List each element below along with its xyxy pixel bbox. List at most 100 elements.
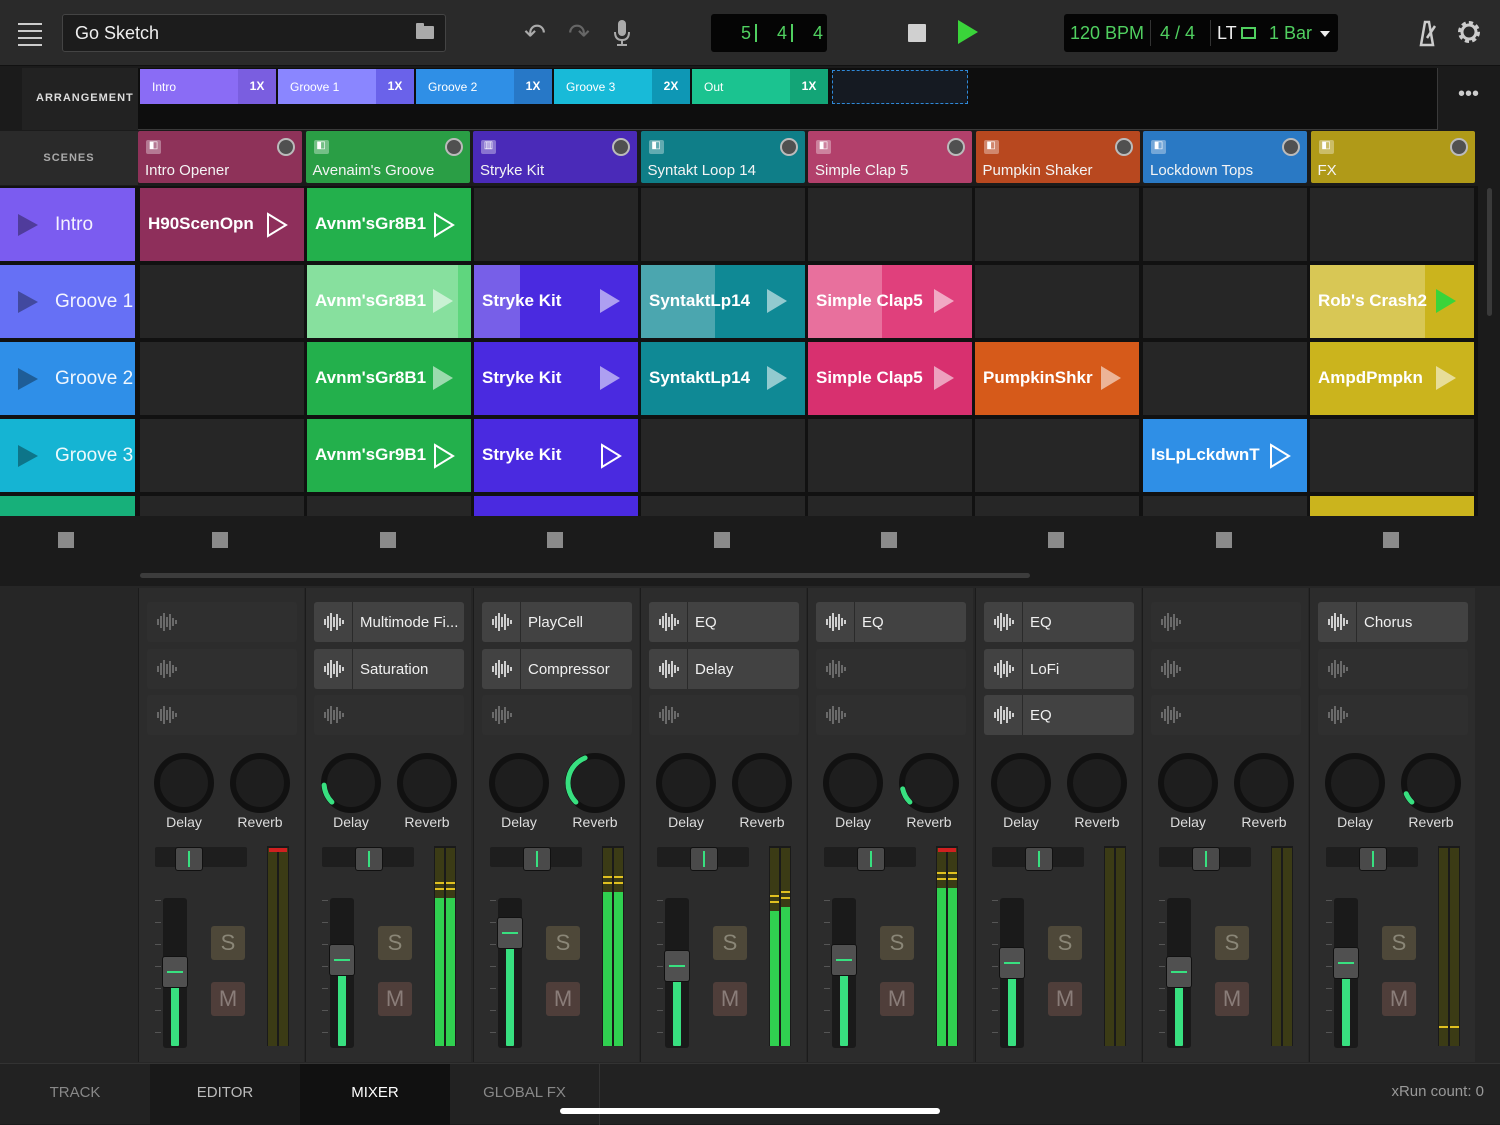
clip-play-icon[interactable]	[433, 212, 455, 238]
empty-clip-slot[interactable]	[1143, 496, 1307, 516]
track-header[interactable]: ◧ Avenaim's Groove	[305, 131, 470, 183]
tab-track[interactable]: TRACK	[0, 1064, 150, 1125]
track-header[interactable]: ◧ Simple Clap 5	[808, 131, 972, 183]
pan-knob[interactable]	[690, 847, 718, 871]
record-arm-button[interactable]	[1114, 138, 1133, 156]
mute-button[interactable]: M	[1048, 982, 1082, 1016]
pan-knob[interactable]	[1192, 847, 1220, 871]
clip-play-icon[interactable]	[600, 366, 620, 390]
fx-slot[interactable]: EQ	[984, 602, 1134, 642]
arrangement-clip-groove-2[interactable]: Groove 2 1X	[416, 69, 552, 104]
volume-fader[interactable]	[1166, 956, 1192, 988]
empty-clip-slot[interactable]	[975, 419, 1139, 492]
volume-fader[interactable]	[1333, 947, 1359, 979]
stop-clip-icon[interactable]	[547, 532, 563, 548]
empty-clip-slot[interactable]	[1143, 265, 1307, 338]
solo-button[interactable]: S	[378, 926, 412, 960]
pan-knob[interactable]	[523, 847, 551, 871]
clip-cell[interactable]: Stryke Kit	[474, 419, 638, 492]
delay-send-knob[interactable]	[488, 752, 550, 814]
redo-icon[interactable]: ↷	[564, 18, 594, 48]
clip-play-icon[interactable]	[1269, 443, 1291, 469]
solo-button[interactable]: S	[1048, 926, 1082, 960]
arrangement-add-slot[interactable]	[832, 70, 968, 104]
clip-cell[interactable]	[1310, 496, 1474, 516]
solo-button[interactable]: S	[546, 926, 580, 960]
empty-clip-slot[interactable]	[307, 496, 471, 516]
mute-button[interactable]: M	[378, 982, 412, 1016]
time-signature[interactable]: 4 / 4	[1160, 23, 1195, 44]
empty-clip-slot[interactable]	[975, 496, 1139, 516]
clip-play-icon[interactable]	[600, 289, 620, 313]
scene-button[interactable]	[0, 496, 135, 516]
reverb-send-knob[interactable]	[396, 752, 458, 814]
fx-slot[interactable]: EQ	[649, 602, 799, 642]
undo-icon[interactable]: ↶	[520, 18, 550, 48]
volume-fader[interactable]	[329, 944, 355, 976]
record-arm-button[interactable]	[1282, 138, 1300, 156]
clip-play-icon[interactable]	[1101, 366, 1121, 390]
clip-cell[interactable]: Simple Clap5	[808, 265, 972, 338]
clip-play-icon[interactable]	[433, 289, 453, 313]
track-header[interactable]: ◧ FX	[1310, 131, 1475, 183]
fx-slot[interactable]: Compressor	[482, 649, 632, 689]
stop-clip-icon[interactable]	[881, 532, 897, 548]
metronome-icon[interactable]	[1412, 18, 1442, 48]
mute-button[interactable]: M	[880, 982, 914, 1016]
fx-slot[interactable]	[1318, 695, 1468, 735]
clip-cell[interactable]: AmpdPmpkn	[1310, 342, 1474, 415]
delay-send-knob[interactable]	[320, 752, 382, 814]
fx-slot[interactable]	[1151, 695, 1301, 735]
mute-button[interactable]: M	[1382, 982, 1416, 1016]
record-arm-button[interactable]	[444, 138, 463, 156]
clip-cell[interactable]	[474, 496, 638, 516]
solo-button[interactable]: S	[211, 926, 245, 960]
solo-button[interactable]: S	[880, 926, 914, 960]
clip-cell[interactable]: PumpkinShkr	[975, 342, 1139, 415]
fx-slot[interactable]: Saturation	[314, 649, 464, 689]
scene-button[interactable]: Groove 1	[0, 265, 135, 338]
fx-slot[interactable]	[1151, 602, 1301, 642]
reverb-send-knob[interactable]	[1233, 752, 1295, 814]
volume-fader[interactable]	[497, 917, 523, 949]
solo-button[interactable]: S	[713, 926, 747, 960]
more-icon[interactable]: •••	[1458, 84, 1482, 104]
clip-cell[interactable]: Stryke Kit	[474, 265, 638, 338]
pan-knob[interactable]	[1025, 847, 1053, 871]
arrangement-clip-groove-1[interactable]: Groove 1 1X	[278, 69, 414, 104]
pan-knob[interactable]	[175, 847, 203, 871]
fx-slot[interactable]: Multimode Fi...	[314, 602, 464, 642]
clip-cell[interactable]: Stryke Kit	[474, 342, 638, 415]
record-arm-button[interactable]	[947, 138, 965, 156]
pan-knob[interactable]	[355, 847, 383, 871]
mute-button[interactable]: M	[211, 982, 245, 1016]
volume-fader[interactable]	[664, 950, 690, 982]
empty-clip-slot[interactable]	[1310, 419, 1474, 492]
project-title[interactable]: Go Sketch	[62, 14, 446, 52]
clip-play-icon[interactable]	[433, 443, 455, 469]
fx-slot[interactable]	[147, 602, 297, 642]
pan-knob[interactable]	[857, 847, 885, 871]
fx-slot[interactable]	[649, 695, 799, 735]
mute-button[interactable]: M	[1215, 982, 1249, 1016]
clip-cell[interactable]: H90ScenOpn	[140, 188, 304, 261]
record-arm-button[interactable]	[277, 138, 295, 156]
empty-clip-slot[interactable]	[140, 342, 304, 415]
empty-clip-slot[interactable]	[975, 188, 1139, 261]
dropdown-icon[interactable]	[1320, 31, 1330, 37]
clip-cell[interactable]: Simple Clap5	[808, 342, 972, 415]
reverb-send-knob[interactable]	[1066, 752, 1128, 814]
reverb-send-knob[interactable]	[731, 752, 793, 814]
empty-clip-slot[interactable]	[808, 496, 972, 516]
record-arm-button[interactable]	[1449, 138, 1468, 156]
fx-slot[interactable]: PlayCell	[482, 602, 632, 642]
clip-cell[interactable]: Avnm'sGr8B1	[307, 188, 471, 261]
clip-play-icon[interactable]	[266, 212, 288, 238]
fx-slot[interactable]	[816, 649, 966, 689]
empty-clip-slot[interactable]	[140, 496, 304, 516]
empty-clip-slot[interactable]	[140, 419, 304, 492]
gear-icon[interactable]	[1453, 16, 1485, 48]
empty-clip-slot[interactable]	[808, 419, 972, 492]
stop-button[interactable]	[908, 24, 926, 42]
stop-clip-icon[interactable]	[58, 532, 74, 548]
